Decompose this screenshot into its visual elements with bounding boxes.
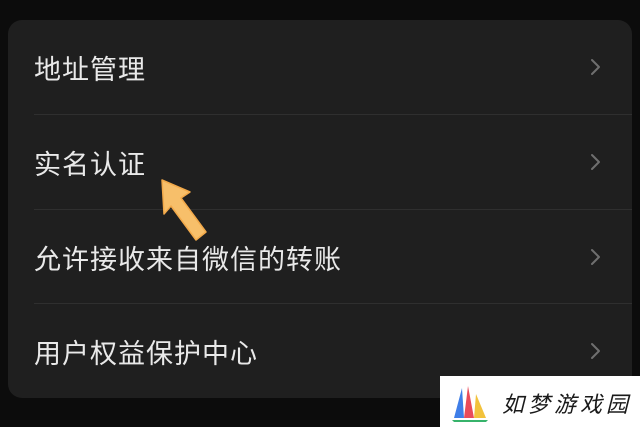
menu-item-address-management[interactable]: 地址管理 [8,20,632,114]
chevron-right-icon [591,154,600,170]
chevron-right-icon [591,343,600,359]
watermark: 如梦游戏园 [440,376,640,427]
menu-item-label: 用户权益保护中心 [34,338,258,370]
pointer-arrow-icon [161,179,207,241]
sail-logo-icon [452,386,488,422]
menu-item-label: 实名认证 [34,149,146,181]
chevron-right-icon [591,59,600,75]
menu-item-allow-wechat-transfer[interactable]: 允许接收来自微信的转账 [8,210,632,304]
screenshot-stage: 地址管理 实名认证 允许接收来自微信的转账 用户权益保护中心 如梦游戏园 [0,0,640,427]
chevron-right-icon [591,249,600,265]
menu-item-real-name-verification[interactable]: 实名认证 [8,115,632,209]
settings-menu-card: 地址管理 实名认证 允许接收来自微信的转账 用户权益保护中心 [8,20,632,398]
menu-item-label: 地址管理 [34,54,146,86]
watermark-text: 如梦游戏园 [502,393,633,418]
